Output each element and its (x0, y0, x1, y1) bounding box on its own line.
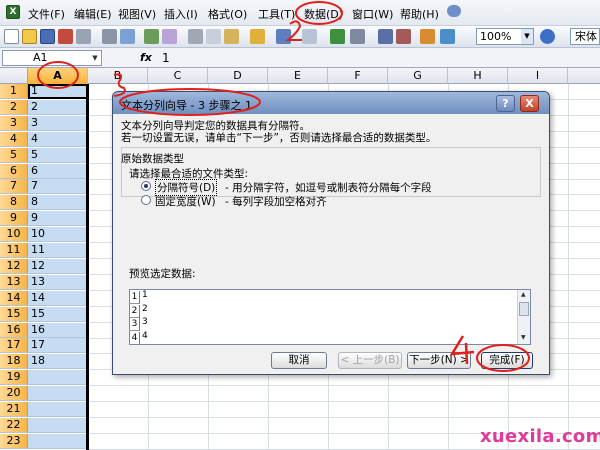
circle-finish-button (476, 344, 530, 372)
circle-dialog-title (119, 88, 261, 116)
circle-column-a (37, 61, 79, 89)
stroke-number-2 (285, 20, 302, 41)
stroke-number-4 (449, 335, 475, 365)
watermark: xuexila.com (480, 426, 600, 447)
annotation-overlay (37, 1, 530, 372)
stroke-number-3 (113, 73, 126, 97)
circle-data-menu (295, 1, 343, 25)
